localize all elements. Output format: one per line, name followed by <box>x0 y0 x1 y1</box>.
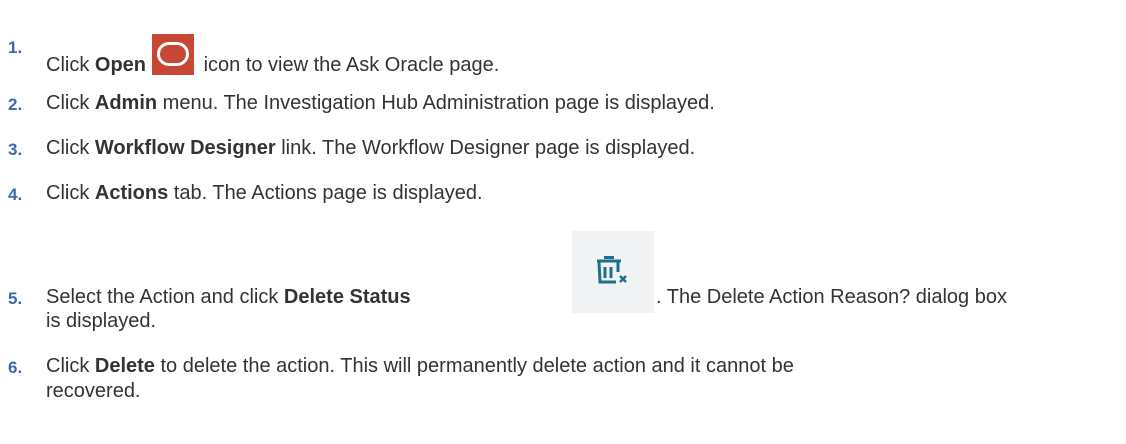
step-keyword: Workflow Designer <box>94 137 276 159</box>
step-text-pre: Click <box>46 182 95 204</box>
step-number: 4. <box>8 185 23 204</box>
step-text: Click Delete to delete the action. This … <box>46 354 794 378</box>
step-text: Click Actions tab. The Actions page is d… <box>46 181 483 205</box>
step-text-pre: Click <box>46 137 95 159</box>
step-text-pre: Click <box>46 92 95 114</box>
step-text-post: . The Delete Action Reason? dialog box <box>656 286 1007 308</box>
step-6-continuation: recovered. <box>46 380 141 402</box>
step-keyword: Actions <box>94 182 169 204</box>
step-text-pre: Click <box>46 355 95 377</box>
step-number: 3. <box>8 140 23 159</box>
step-keyword: Admin <box>94 92 158 114</box>
instruction-steps: 1. Click Open icon to view the Ask Oracl… <box>0 0 1126 444</box>
step-keyword: Open <box>94 54 147 76</box>
step-number: 2. <box>8 95 23 114</box>
step-text: Click Open icon to view the Ask Oracle p… <box>46 34 499 77</box>
trash-icon <box>597 256 627 284</box>
step-text-post: to delete the action. This will permanen… <box>154 355 794 377</box>
step-number: 6. <box>8 358 23 377</box>
step-text-post: tab. The Actions page is displayed. <box>168 182 483 204</box>
step-number: 1. <box>8 38 23 57</box>
step-number: 5. <box>8 289 23 308</box>
step-text-pre: Select the Action and click <box>46 286 284 308</box>
step-text: Click Workflow Designer link. The Workfl… <box>46 136 695 160</box>
oracle-open-icon <box>152 34 195 75</box>
step-text-post: link. The Workflow Designer page is disp… <box>275 137 696 159</box>
delete-status-icon <box>572 231 654 313</box>
step-text-post: menu. The Investigation Hub Administrati… <box>157 92 715 114</box>
step-keyword: Delete Status <box>283 286 411 308</box>
step-text-post: icon to view the Ask Oracle page. <box>198 54 500 76</box>
step-5-continuation: is displayed. <box>46 310 157 332</box>
step-text: Select the Action and click Delete Statu… <box>46 285 411 309</box>
step-text-pre: Click <box>46 54 95 76</box>
step-keyword: Delete <box>94 355 155 377</box>
step-text: Click Admin menu. The Investigation Hub … <box>46 91 715 115</box>
